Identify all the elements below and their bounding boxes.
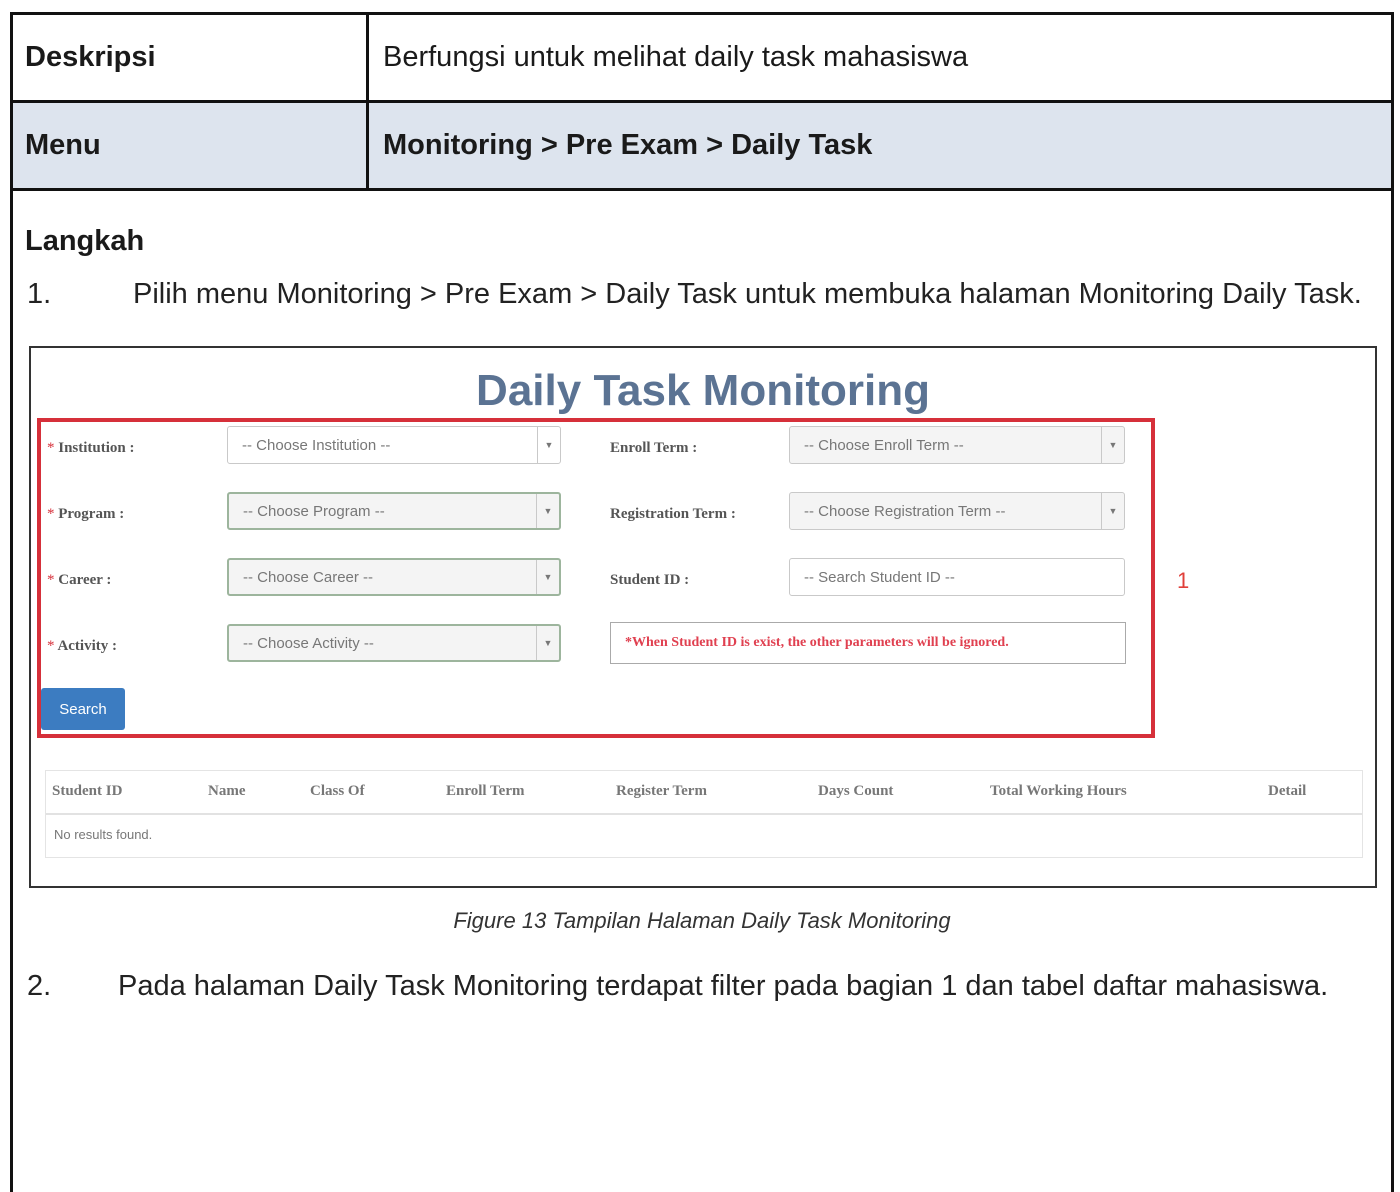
registration-term-label: Registration Term : [610,506,736,522]
registration-term-select[interactable]: -- Choose Registration Term -- ▼ [789,492,1125,530]
step-text: Pilih menu Monitoring > Pre Exam > Daily… [133,278,1362,310]
figure-caption: Figure 13 Tampilan Halaman Daily Task Mo… [453,908,951,933]
chevron-down-icon[interactable]: ▼ [1101,493,1124,529]
chevron-down-icon[interactable]: ▼ [1101,427,1124,463]
activity-select[interactable]: -- Choose Activity -- ▼ [227,624,561,662]
column-header[interactable]: Class Of [310,783,365,800]
label-text: Program : [58,506,125,522]
chevron-down-icon[interactable]: ▼ [536,494,559,528]
student-id-note: *When Student ID is exist, the other par… [610,622,1126,664]
required-mark: * [47,440,55,456]
student-id-input[interactable]: -- Search Student ID -- [789,558,1125,596]
steps-body: Langkah 1. Pilih menu Monitoring > Pre E… [13,225,1391,1014]
deskripsi-label: Deskripsi [13,15,369,100]
column-header[interactable]: Register Term [616,783,707,800]
daily-task-screenshot: Daily Task Monitoring 1 * Institution : … [29,346,1377,888]
career-select[interactable]: -- Choose Career -- ▼ [227,558,561,596]
section-marker: 1 [1177,568,1190,593]
results-table: Student ID Name Class Of Enroll Term Reg… [45,770,1363,858]
select-placeholder: -- Choose Enroll Term -- [804,436,964,454]
label-text: Career : [58,572,112,588]
select-placeholder: -- Choose Activity -- [243,634,374,652]
required-mark: * [47,572,55,588]
column-header[interactable]: Enroll Term [446,783,525,800]
program-select[interactable]: -- Choose Program -- ▼ [227,492,561,530]
document-page: Deskripsi Berfungsi untuk melihat daily … [10,12,1394,1192]
empty-message: No results found. [54,827,153,842]
career-label: * Career : [47,572,111,589]
deskripsi-row: Deskripsi Berfungsi untuk melihat daily … [13,15,1391,103]
search-button[interactable]: Search [41,688,125,730]
column-header[interactable]: Total Working Hours [990,783,1127,800]
table-header: Student ID Name Class Of Enroll Term Reg… [46,771,1362,815]
menu-label: Menu [13,103,369,188]
required-mark: * [47,638,55,654]
input-placeholder: -- Search Student ID -- [804,568,955,586]
column-header[interactable]: Name [208,783,246,800]
column-header[interactable]: Student ID [52,783,122,800]
step-2: 2. Pada halaman Daily Task Monitoring te… [25,958,1379,1014]
column-header[interactable]: Days Count [818,783,893,800]
enroll-term-select[interactable]: -- Choose Enroll Term -- ▼ [789,426,1125,464]
step-number: 1. [27,278,52,310]
select-placeholder: -- Choose Registration Term -- [804,502,1006,520]
deskripsi-value: Berfungsi untuk melihat daily task mahas… [383,41,969,73]
label-text: Institution : [58,440,135,456]
screenshot-title: Daily Task Monitoring [476,366,930,415]
menu-value: Monitoring > Pre Exam > Daily Task [383,129,873,161]
chevron-down-icon[interactable]: ▼ [536,560,559,594]
step-number: 2. [27,970,52,1002]
step-text: Pada halaman Daily Task Monitoring terda… [118,970,1329,1002]
label-text: Activity : [57,638,117,654]
section-title: Langkah [25,225,145,257]
select-placeholder: -- Choose Program -- [243,502,385,520]
institution-label: * Institution : [47,440,135,457]
select-placeholder: -- Choose Career -- [243,568,374,586]
menu-row: Menu Monitoring > Pre Exam > Daily Task [13,103,1391,191]
program-label: * Program : [47,506,124,523]
select-placeholder: -- Choose Institution -- [242,436,391,454]
institution-select[interactable]: -- Choose Institution -- ▼ [227,426,561,464]
chevron-down-icon[interactable]: ▼ [536,626,559,660]
chevron-down-icon[interactable]: ▼ [537,427,560,463]
activity-label: * Activity : [47,638,117,655]
required-mark: * [47,506,55,522]
enroll-term-label: Enroll Term : [610,440,698,456]
column-header[interactable]: Detail [1268,783,1306,800]
student-id-label: Student ID : [610,572,690,588]
step-1: 1. Pilih menu Monitoring > Pre Exam > Da… [25,266,1379,322]
